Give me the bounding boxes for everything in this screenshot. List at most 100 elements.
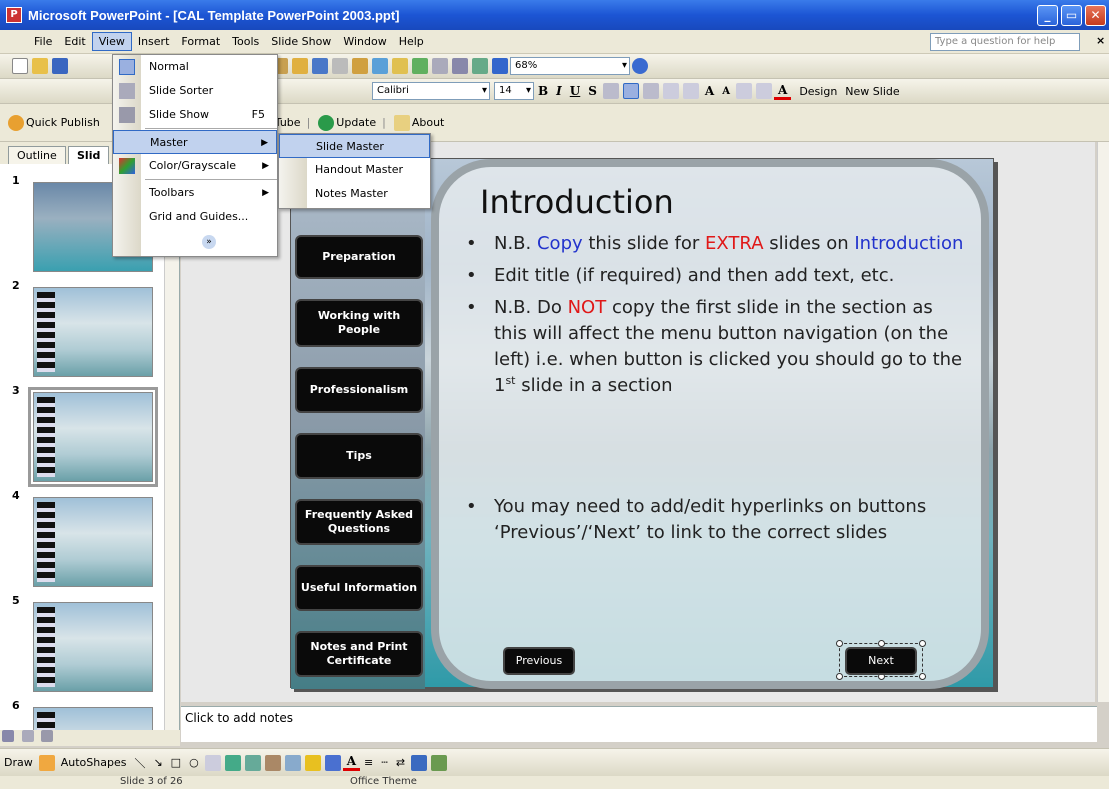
underline-button[interactable]: U (566, 84, 584, 98)
line-style-icon[interactable]: ≡ (360, 756, 377, 769)
align-right-icon[interactable] (642, 83, 659, 99)
clipart-icon[interactable] (264, 754, 281, 771)
menu-item-slide-sorter[interactable]: Slide Sorter (113, 79, 277, 103)
redo-icon[interactable] (332, 58, 348, 74)
shadow-icon[interactable] (411, 754, 428, 771)
slide-thumbnail-selected[interactable] (28, 387, 158, 487)
menu-item-handout-master[interactable]: Handout Master (279, 158, 430, 182)
menu-item-slide-show[interactable]: Slide Show F5 (113, 103, 277, 127)
wordart-icon[interactable] (224, 754, 241, 771)
font-select[interactable]: Calibri (372, 82, 490, 100)
menu-item-color-grayscale[interactable]: Color/Grayscale ▶ (113, 154, 277, 178)
autoshapes-menu[interactable]: AutoShapes (57, 756, 131, 769)
slide-thumbnail[interactable] (33, 497, 153, 587)
menu-file[interactable]: File (28, 33, 58, 50)
nav-button-tips[interactable]: Tips (295, 433, 423, 479)
expand-icon[interactable] (432, 58, 448, 74)
minimize-button[interactable]: _ (1037, 4, 1058, 26)
menu-tools[interactable]: Tools (226, 33, 265, 50)
menu-expand-chevron[interactable]: » (113, 229, 277, 253)
doc-close-icon[interactable]: × (1096, 34, 1105, 47)
nav-button-preparation[interactable]: Preparation (295, 235, 423, 279)
picture-icon[interactable] (392, 58, 408, 74)
menu-item-slide-master[interactable]: Slide Master (279, 134, 430, 158)
select-pointer-icon[interactable] (38, 754, 55, 771)
shadow-button[interactable]: S (584, 84, 601, 98)
text-color-button[interactable]: A (342, 754, 360, 771)
open-icon[interactable] (32, 58, 48, 74)
grid-icon[interactable] (472, 58, 488, 74)
fill-color-icon[interactable] (304, 754, 321, 771)
arrow-icon[interactable]: ↘ (149, 756, 166, 769)
draw-menu[interactable]: Draw (0, 756, 37, 769)
help-icon[interactable] (632, 58, 648, 74)
menu-item-master[interactable]: Master ▶ (113, 130, 277, 154)
tab-slides[interactable]: Slid (68, 146, 110, 164)
nav-button-faq[interactable]: Frequently Asked Questions (295, 499, 423, 545)
design-button[interactable]: Design (799, 85, 837, 98)
new-icon[interactable] (12, 58, 28, 74)
help-search-input[interactable]: Type a question for help (930, 33, 1080, 51)
menu-item-normal[interactable]: Normal (113, 55, 277, 79)
previous-button[interactable]: Previous (503, 647, 575, 675)
align-left-icon[interactable] (602, 83, 619, 99)
slide-scrollbar[interactable] (1097, 142, 1109, 702)
format-painter-icon[interactable] (292, 58, 308, 74)
font-color-button[interactable]: A (774, 83, 792, 100)
numbering-icon[interactable] (662, 83, 679, 99)
thumbnail-item[interactable]: 3 (0, 384, 166, 487)
menu-slide-show[interactable]: Slide Show (265, 33, 337, 50)
slide-sorter-icon[interactable] (21, 730, 34, 742)
slide-thumbnail[interactable] (33, 287, 153, 377)
slide-bullets[interactable]: N.B. Copy this slide for EXTRA slides on… (466, 231, 966, 552)
maximize-button[interactable]: ▭ (1061, 4, 1082, 26)
menu-format[interactable]: Format (175, 33, 226, 50)
quick-publish-button[interactable]: Quick Publish (26, 116, 100, 129)
dash-style-icon[interactable]: ┄ (377, 756, 392, 769)
thumbnail-item[interactable]: 5 (0, 594, 166, 694)
font-size-select[interactable]: 14 (494, 82, 534, 100)
chart-icon[interactable] (352, 58, 368, 74)
table-icon[interactable] (372, 58, 388, 74)
undo-icon[interactable] (312, 58, 328, 74)
menu-help[interactable]: Help (393, 33, 430, 50)
save-icon[interactable] (52, 58, 68, 74)
italic-button[interactable]: I (552, 84, 566, 98)
insert-picture-icon[interactable] (284, 754, 301, 771)
formatting-icon[interactable] (452, 58, 468, 74)
thumbnail-item[interactable]: 2 (0, 279, 166, 379)
nav-button-working-with-people[interactable]: Working with People (295, 299, 423, 347)
nav-button-professionalism[interactable]: Professionalism (295, 367, 423, 413)
arrow-style-icon[interactable]: ⇄ (392, 756, 409, 769)
bullets-icon[interactable] (682, 83, 699, 99)
menu-view[interactable]: View (91, 32, 132, 51)
menu-window[interactable]: Window (337, 33, 392, 50)
align-center-icon[interactable] (622, 83, 639, 99)
about-button[interactable]: About (412, 116, 445, 129)
shrink-font-button[interactable]: A (718, 86, 734, 97)
next-button[interactable]: Next (845, 647, 917, 675)
diagram-icon[interactable] (244, 754, 261, 771)
thumbnail-item[interactable]: 4 (0, 489, 166, 589)
slide-canvas[interactable]: Preparation Working with People Professi… (290, 158, 994, 689)
decrease-indent-icon[interactable] (736, 83, 752, 99)
rectangle-icon[interactable]: □ (167, 756, 185, 769)
menu-edit[interactable]: Edit (58, 33, 91, 50)
oval-icon[interactable]: ○ (185, 756, 203, 769)
normal-view-icon[interactable] (2, 730, 14, 742)
color-icon[interactable] (492, 58, 508, 74)
slide-show-icon[interactable] (41, 730, 53, 742)
tab-outline[interactable]: Outline (8, 146, 66, 164)
zoom-select[interactable]: 68% (510, 57, 630, 75)
nav-button-useful-information[interactable]: Useful Information (295, 565, 423, 611)
textbox-icon[interactable] (204, 754, 221, 771)
bold-button[interactable]: B (534, 84, 552, 98)
3d-icon[interactable] (431, 754, 448, 771)
slide-thumbnail[interactable] (33, 602, 153, 692)
menu-item-toolbars[interactable]: Toolbars ▶ (113, 181, 277, 205)
menu-insert[interactable]: Insert (132, 33, 176, 50)
line-icon[interactable]: ＼ (130, 755, 149, 771)
nav-button-notes-certificate[interactable]: Notes and Print Certificate (295, 631, 423, 677)
update-button[interactable]: Update (336, 116, 376, 129)
close-button[interactable]: ✕ (1085, 4, 1106, 26)
